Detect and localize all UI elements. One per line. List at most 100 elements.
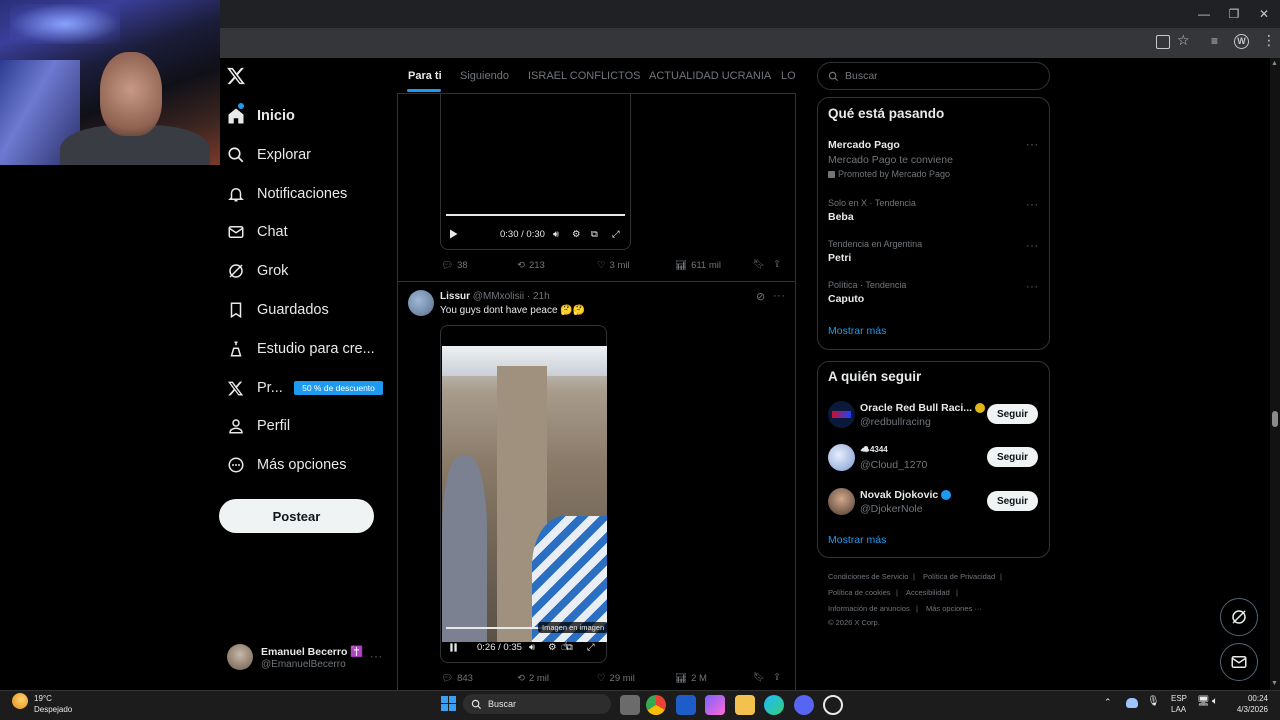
- clock-date[interactable]: 4/3/2026: [1228, 705, 1268, 714]
- footer-cookies-link[interactable]: Política de cookies: [828, 588, 891, 597]
- promo-badge[interactable]: 50 % de descuento: [294, 381, 383, 395]
- trend-menu-button[interactable]: ···: [1026, 139, 1039, 151]
- pip-icon[interactable]: ⧉: [591, 229, 598, 240]
- nav-item-explorar[interactable]: Explorar: [219, 133, 394, 177]
- nav-item-mas-opciones[interactable]: Más opciones: [219, 443, 394, 487]
- footer-more-link[interactable]: Más opciones ···: [926, 604, 982, 613]
- account-name-row[interactable]: Oracle Red Bull Raci...: [860, 402, 986, 414]
- trend-menu-button[interactable]: ···: [1026, 281, 1039, 293]
- tab-more[interactable]: LO: [781, 58, 795, 94]
- nav-item-chat[interactable]: Chat: [219, 210, 394, 254]
- install-app-icon[interactable]: [1156, 35, 1170, 49]
- bookmark-star-icon[interactable]: ☆: [1177, 32, 1190, 49]
- browser-menu-icon[interactable]: ⋮: [1262, 32, 1276, 49]
- x-logo-icon[interactable]: [226, 66, 246, 86]
- copilot-icon[interactable]: [705, 695, 725, 715]
- post-button[interactable]: Postear: [219, 499, 374, 533]
- task-view-icon[interactable]: [620, 695, 640, 715]
- footer-accessibility-link[interactable]: Accesibilidad: [906, 588, 950, 597]
- share-icon[interactable]: ⇪: [773, 259, 781, 270]
- tab-siguiendo[interactable]: Siguiendo: [460, 58, 509, 94]
- avatar[interactable]: [828, 488, 855, 515]
- volume-icon[interactable]: 🔊︎: [529, 642, 535, 653]
- language-layout[interactable]: LAA: [1171, 705, 1186, 714]
- weather-temp[interactable]: 19°C: [34, 694, 52, 703]
- fullscreen-icon[interactable]: ⤢: [612, 229, 620, 240]
- volume-icon[interactable]: 🔊︎: [553, 229, 559, 240]
- trending-show-more[interactable]: Mostrar más: [828, 325, 886, 337]
- avatar[interactable]: [227, 644, 253, 670]
- repost-action[interactable]: ⟲ 213: [517, 260, 545, 271]
- avatar[interactable]: [828, 401, 855, 428]
- tweet-time[interactable]: · 21h: [527, 291, 550, 302]
- scrollbar-thumb[interactable]: [1272, 411, 1278, 427]
- outlook-icon[interactable]: [676, 695, 696, 715]
- trend-item[interactable]: Solo en X · Tendencia Beba: [828, 198, 916, 223]
- avatar[interactable]: [828, 444, 855, 471]
- chrome-icon[interactable]: [646, 695, 666, 715]
- search-input[interactable]: Buscar: [817, 62, 1050, 90]
- like-action[interactable]: ♡ 3 mil: [597, 260, 630, 271]
- microphone-icon[interactable]: 🎙︎: [1147, 696, 1160, 707]
- app-icon[interactable]: [823, 695, 843, 715]
- file-explorer-icon[interactable]: [735, 695, 755, 715]
- close-icon[interactable]: ✕: [1254, 5, 1274, 23]
- bookmark-icon[interactable]: 🔖︎: [753, 259, 765, 270]
- follow-button[interactable]: Seguir: [987, 404, 1038, 424]
- maximize-icon[interactable]: ❐: [1224, 5, 1244, 23]
- edge-icon[interactable]: [764, 695, 784, 715]
- trend-item[interactable]: Tendencia en Argentina Petri: [828, 239, 922, 264]
- footer-ads-link[interactable]: Información de anuncios: [828, 604, 910, 613]
- tweet-menu-button[interactable]: ···: [773, 290, 786, 302]
- tab-actualidad-ucrania[interactable]: ACTUALIDAD UCRANIA: [649, 58, 771, 94]
- weather-moon-icon[interactable]: [12, 693, 28, 709]
- volume-icon[interactable]: 🔈︎: [1212, 696, 1218, 707]
- messages-fab[interactable]: [1220, 643, 1258, 681]
- discord-icon[interactable]: [794, 695, 814, 715]
- fullscreen-icon[interactable]: ⤢: [587, 642, 595, 653]
- author-handle[interactable]: @MMxolisii: [473, 291, 524, 302]
- settings-icon[interactable]: ⚙︎: [548, 642, 557, 653]
- grok-icon[interactable]: ⊘: [756, 290, 765, 303]
- like-action[interactable]: ♡ 29 mil: [597, 673, 635, 684]
- language-indicator[interactable]: ESP: [1171, 694, 1187, 703]
- views-action[interactable]: 📊︎ 2 M: [675, 673, 707, 684]
- tab-israel-conflictos[interactable]: ISRAEL CONFLICTOS: [528, 58, 640, 94]
- footer-terms-link[interactable]: Condiciones de Servicio: [828, 572, 908, 581]
- tray-overflow-icon[interactable]: ⌃: [1104, 697, 1112, 708]
- author-name[interactable]: Lissur: [440, 291, 470, 302]
- video-progress-bar[interactable]: [446, 214, 625, 216]
- nav-item-inicio[interactable]: Inicio: [219, 94, 394, 138]
- trend-menu-button[interactable]: ···: [1026, 199, 1039, 211]
- share-icon[interactable]: ⇪: [773, 672, 781, 683]
- nav-item-estudio[interactable]: Estudio para cre...: [219, 327, 394, 371]
- reply-action[interactable]: 💬︎ 38: [441, 260, 468, 271]
- nav-item-perfil[interactable]: Perfil: [219, 404, 394, 448]
- wordpress-extension-icon[interactable]: W: [1234, 34, 1249, 49]
- scroll-up-arrow[interactable]: ▲: [1271, 60, 1278, 67]
- settings-icon[interactable]: ⚙︎: [572, 229, 581, 240]
- who-to-follow-show-more[interactable]: Mostrar más: [828, 534, 886, 546]
- account-menu-button[interactable]: ···: [370, 651, 383, 663]
- taskbar-search[interactable]: Buscar: [463, 694, 611, 714]
- page-scrollbar[interactable]: [1270, 58, 1280, 690]
- views-action[interactable]: 📊︎ 611 mil: [675, 260, 721, 271]
- repost-action[interactable]: ⟲ 2 mil: [517, 673, 549, 684]
- scroll-down-arrow[interactable]: ▼: [1271, 680, 1278, 687]
- avatar[interactable]: [408, 290, 434, 316]
- play-icon[interactable]: [447, 228, 459, 240]
- trend-menu-button[interactable]: ···: [1026, 240, 1039, 252]
- nav-item-guardados[interactable]: Guardados: [219, 288, 394, 332]
- account-name[interactable]: ☁️4344: [860, 445, 888, 454]
- trend-item[interactable]: Política · Tendencia Caputo: [828, 280, 906, 305]
- minimize-icon[interactable]: —: [1194, 5, 1214, 23]
- weather-desc[interactable]: Despejado: [34, 705, 72, 714]
- follow-button[interactable]: Seguir: [987, 447, 1038, 467]
- grok-fab[interactable]: [1220, 598, 1258, 636]
- account-name-row[interactable]: Novak Djokovic: [860, 489, 952, 501]
- reply-action[interactable]: 💬︎ 843: [441, 673, 473, 684]
- footer-privacy-link[interactable]: Política de Privacidad: [923, 572, 995, 581]
- nav-item-grok[interactable]: Grok: [219, 249, 394, 293]
- clock-time[interactable]: 00:24: [1232, 694, 1268, 703]
- windows-start-icon[interactable]: [441, 696, 456, 711]
